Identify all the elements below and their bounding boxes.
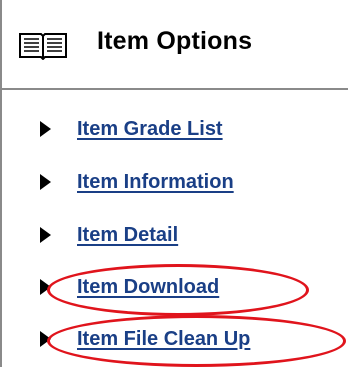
triangle-arrow-right-icon	[40, 227, 51, 243]
triangle-arrow-right-icon	[40, 331, 51, 347]
item-options-panel: Item Options Item Grade List Item Inform…	[0, 0, 348, 367]
triangle-arrow-right-icon	[40, 174, 51, 190]
menu-item-detail[interactable]: Item Detail	[40, 219, 178, 251]
panel-header: Item Options	[2, 0, 348, 88]
panel-title: Item Options	[97, 27, 253, 55]
item-detail-link[interactable]: Item Detail	[77, 224, 178, 247]
menu-item-information[interactable]: Item Information	[40, 166, 234, 198]
header-divider	[2, 88, 348, 90]
item-download-link[interactable]: Item Download	[77, 276, 219, 299]
triangle-arrow-right-icon	[40, 279, 51, 295]
menu-item-grade-list[interactable]: Item Grade List	[40, 113, 223, 145]
item-grade-list-link[interactable]: Item Grade List	[77, 118, 223, 141]
open-book-icon	[19, 33, 67, 60]
menu-item-download[interactable]: Item Download	[40, 271, 219, 303]
menu-item-file-clean-up[interactable]: Item File Clean Up	[40, 323, 250, 355]
item-file-clean-up-link[interactable]: Item File Clean Up	[77, 328, 250, 351]
triangle-arrow-right-icon	[40, 121, 51, 137]
item-information-link[interactable]: Item Information	[77, 171, 234, 194]
